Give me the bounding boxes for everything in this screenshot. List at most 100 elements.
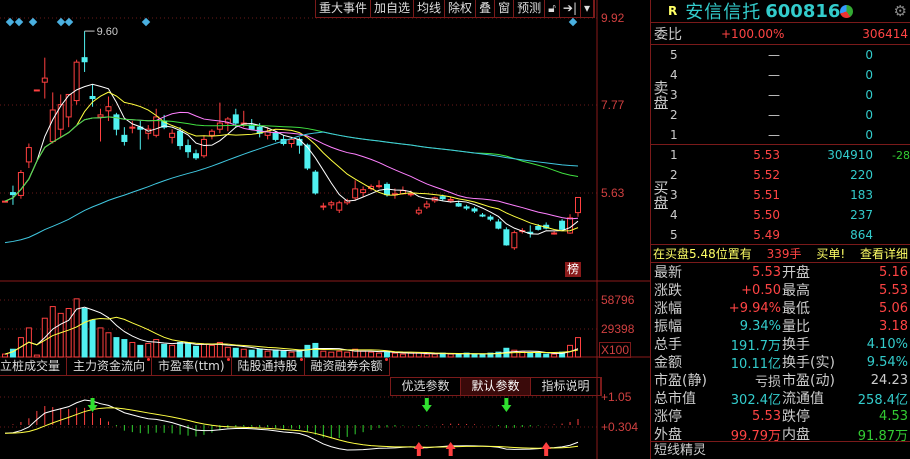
tab-volume[interactable]: 立桩成交量 bbox=[0, 357, 68, 375]
buy-level: 2 5.52 220 bbox=[670, 165, 910, 185]
sell-level: 5 — 0 bbox=[670, 45, 910, 65]
volume-bar bbox=[312, 342, 319, 358]
window-button[interactable]: 窗 bbox=[495, 0, 515, 17]
stat-value: +0.50 bbox=[741, 282, 781, 298]
candle-body bbox=[89, 95, 96, 100]
overlay-button[interactable]: 叠 bbox=[476, 0, 496, 17]
candle-body bbox=[487, 216, 494, 220]
order-notice: 在买盘5.48位置有 339手 买单! 查看详细 bbox=[651, 244, 910, 262]
stat-label: 跌停 bbox=[782, 409, 810, 425]
level-price: 5.52 bbox=[753, 168, 780, 182]
notice-tail: 买单! bbox=[816, 247, 846, 261]
level-quantity: 183 bbox=[850, 188, 873, 202]
volume-bar bbox=[248, 349, 255, 358]
stat-value: 9.34% bbox=[739, 318, 781, 334]
stat-value: 5.53 bbox=[752, 264, 781, 280]
candle-body bbox=[407, 193, 414, 196]
preferred-params-button[interactable]: 优选参数 bbox=[391, 378, 461, 395]
add-watchlist-button[interactable]: 加自选 bbox=[371, 0, 415, 17]
candle-body bbox=[503, 229, 510, 246]
ranking-badge[interactable]: 榜 bbox=[565, 262, 582, 277]
event-marker-icon bbox=[568, 17, 578, 27]
stat-label: 开盘 bbox=[782, 265, 810, 281]
candle-body bbox=[439, 196, 446, 200]
level-quantity: 0 bbox=[865, 48, 873, 62]
level-number: 5 bbox=[670, 48, 678, 62]
lock-icon[interactable]: 🔓︎ bbox=[545, 0, 560, 17]
volume-bar bbox=[575, 337, 581, 358]
candle-body bbox=[423, 203, 430, 208]
level-price: — bbox=[768, 108, 780, 122]
candle-body bbox=[360, 189, 367, 194]
candle-body bbox=[352, 188, 359, 199]
candle-body bbox=[9, 192, 16, 196]
volume-bar bbox=[232, 347, 239, 358]
candle-body bbox=[33, 89, 40, 92]
buy-arrow-icon bbox=[541, 442, 552, 456]
webi-label: 委比 bbox=[654, 26, 682, 43]
chart-toolbar: 重大事件 加自选 均线 除权 叠 窗 预测 🔓︎ ➔| ▾ bbox=[315, 0, 596, 18]
moving-average-button[interactable]: 均线 bbox=[414, 0, 446, 17]
tab-hk-connect[interactable]: 陆股通持股 bbox=[232, 357, 305, 375]
tab-pe-ttm[interactable]: 市盈率(ttm) bbox=[152, 357, 232, 375]
tab-margin-balance[interactable]: 融资融券余额 bbox=[305, 357, 390, 375]
volume-bar bbox=[89, 319, 96, 358]
volume-bar bbox=[57, 312, 64, 358]
level-price: — bbox=[768, 48, 780, 62]
candle-body bbox=[177, 130, 184, 147]
r-badge: R bbox=[668, 4, 678, 18]
ma-long-line bbox=[4, 131, 579, 244]
candle-body bbox=[511, 232, 518, 249]
volume-bar bbox=[527, 352, 534, 358]
level-number: 3 bbox=[670, 88, 678, 102]
tab-main-fund-flow[interactable]: 主力资金流向 bbox=[67, 357, 153, 375]
candle-body bbox=[81, 57, 88, 63]
price-axis-low: 5.63 bbox=[601, 186, 625, 200]
volume-bar bbox=[455, 353, 462, 358]
stats-table: 最新 5.53 开盘 5.16 涨跌 +0.50 最高 5.53 涨幅 +9.94% 最低 5.06 振… bbox=[651, 262, 910, 444]
webi-percent: +100.00% bbox=[721, 26, 785, 41]
volume-bar bbox=[423, 353, 430, 358]
indicator-axis-top: +1.05 bbox=[601, 390, 632, 404]
notice-text: 在买盘5.48位置有 bbox=[653, 247, 752, 261]
indicator-tabs: 立桩成交量 主力资金流向 市盈率(ttm) 陆股通持股 融资融券余额 bbox=[0, 357, 390, 376]
volume-bar bbox=[543, 353, 550, 358]
sell-level: 1 — 0 bbox=[670, 125, 910, 145]
volume-bar bbox=[304, 344, 311, 358]
level-quantity: 304910 bbox=[827, 148, 873, 162]
pie-chart-icon[interactable] bbox=[840, 4, 854, 18]
sell-level: 4 — 0 bbox=[670, 65, 910, 85]
volume-bar bbox=[224, 346, 231, 358]
jump-end-icon[interactable]: ➔| bbox=[560, 0, 581, 17]
dropdown-icon[interactable]: ▾ bbox=[581, 0, 595, 17]
price-axis-top: 9.92 bbox=[601, 11, 625, 25]
candle-body bbox=[415, 209, 422, 214]
stock-name: 安信信托 bbox=[685, 2, 762, 23]
short-term-elf-tab[interactable]: 短线精灵 bbox=[651, 441, 910, 459]
candle-body bbox=[25, 147, 32, 163]
ma5-line bbox=[4, 83, 579, 235]
volume-bar bbox=[161, 343, 168, 358]
candle-body bbox=[105, 106, 112, 112]
buy-book: 买盘 1 5.53 304910 -28 2 5.52 220 3 5.51 183 4 5.50 23… bbox=[651, 144, 910, 244]
volume-bar bbox=[81, 308, 88, 358]
major-events-button[interactable]: 重大事件 bbox=[316, 0, 372, 17]
default-params-button[interactable]: 默认参数 bbox=[461, 378, 531, 395]
volume-bar bbox=[193, 345, 199, 358]
sell-label: 卖盘 bbox=[651, 79, 670, 110]
stat-label: 市盈(静) bbox=[654, 373, 707, 389]
forecast-button[interactable]: 预测 bbox=[514, 0, 546, 17]
indicator-help-button[interactable]: 指标说明 bbox=[531, 378, 601, 395]
stock-header: R 安信信托 600816 ⚙ bbox=[651, 0, 910, 24]
ma20-line bbox=[4, 111, 579, 220]
level-number: 1 bbox=[670, 128, 678, 142]
gear-icon[interactable]: ⚙ bbox=[894, 2, 907, 20]
ex-rights-button[interactable]: 除权 bbox=[445, 0, 477, 17]
stat-value: 191.7万 bbox=[730, 338, 781, 354]
view-details-link[interactable]: 查看详细 bbox=[860, 245, 908, 262]
webi-diff: 306414 bbox=[862, 26, 908, 41]
indicator-axis-mid: +0.304 bbox=[601, 420, 639, 434]
price-axis-mid: 7.77 bbox=[601, 98, 625, 112]
stat-label: 最低 bbox=[782, 301, 810, 317]
stat-label: 市盈(动) bbox=[782, 373, 835, 389]
